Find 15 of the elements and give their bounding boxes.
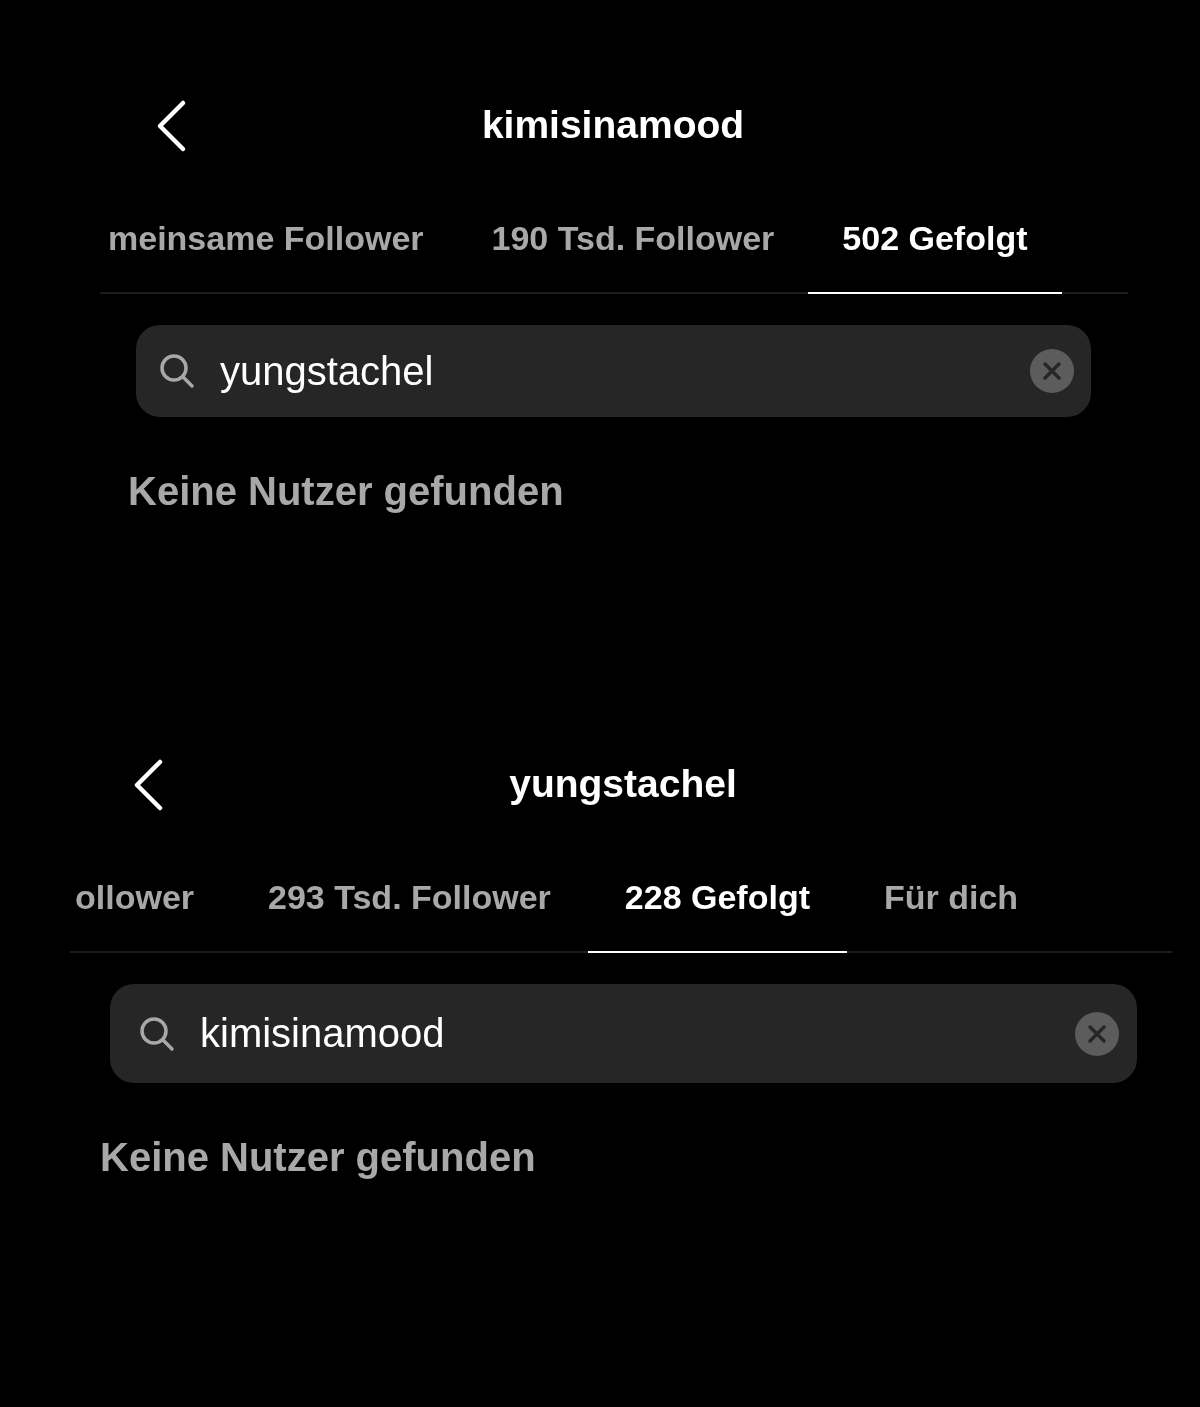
empty-message: Keine Nutzer gefunden (128, 469, 565, 514)
search-icon (138, 1014, 176, 1053)
search-icon (158, 352, 196, 390)
search-field[interactable]: kimisinamood (110, 984, 1137, 1083)
search-field[interactable]: yungstachel (136, 325, 1091, 417)
tab[interactable]: 228 Gefolgt (587, 864, 847, 953)
profile-title: kimisinamood (481, 103, 745, 147)
tab[interactable]: Für dich (847, 864, 1056, 953)
tab[interactable]: ollower (70, 864, 232, 953)
empty-message: Keine Nutzer gefunden (100, 1135, 537, 1180)
tab[interactable]: 190 Tsd. Follower (457, 205, 809, 294)
tab[interactable]: meinsame Follower (100, 205, 458, 294)
profile-title: yungstachel (509, 762, 737, 806)
tab[interactable]: 502 Gefolgt (808, 205, 1062, 294)
tab[interactable]: 293 Tsd. Follower (231, 864, 588, 953)
